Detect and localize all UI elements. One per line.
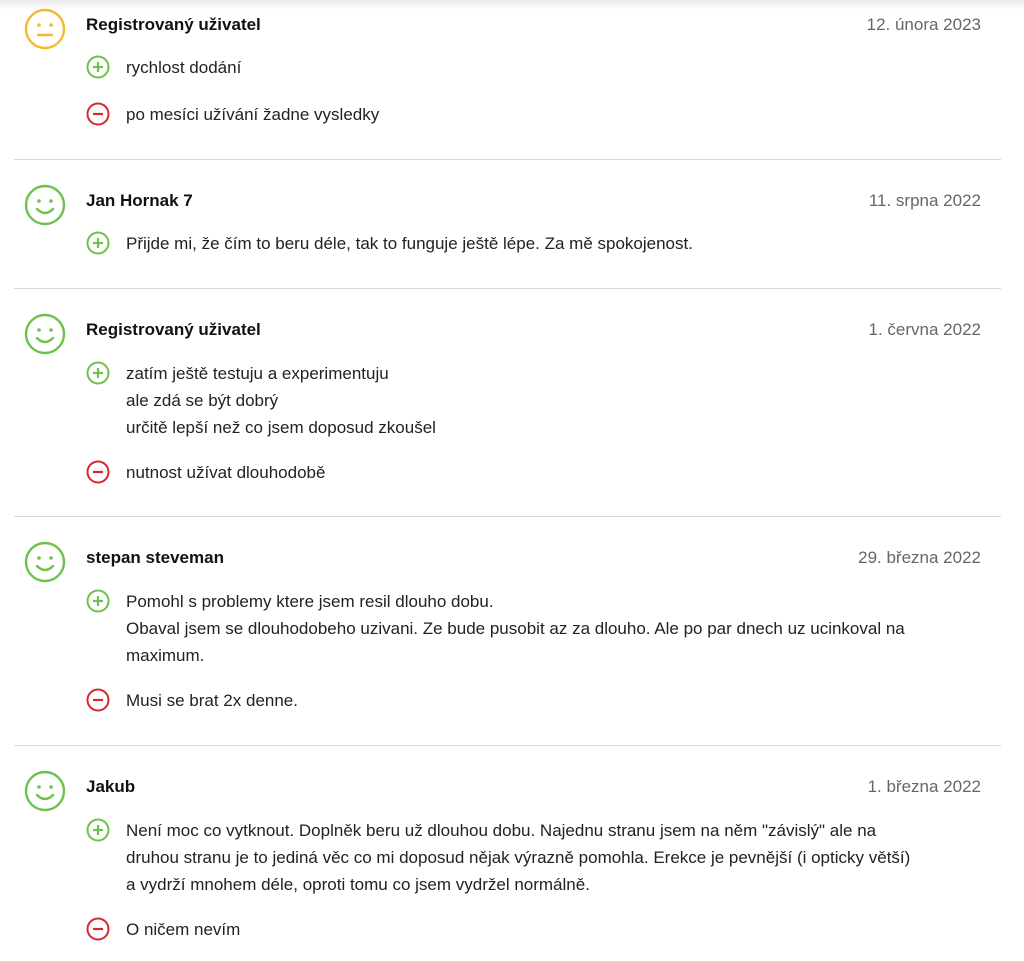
review-item: Jan Hornak 7 11. srpna 2022 Přijde mi, ž…: [14, 160, 1001, 289]
con-text: O ničem nevím: [126, 920, 241, 939]
pro-text: ale zdá se být dobrý: [126, 391, 279, 410]
review-item: stepan steveman 29. března 2022 Pomohl s…: [14, 517, 1001, 746]
pro-text: určitě lepší než co jsem doposud zkoušel: [126, 418, 436, 437]
minus-icon: [86, 102, 110, 126]
review-author: Jakub: [86, 777, 136, 796]
review-author: Jan Hornak 7: [86, 191, 193, 210]
con-text: po mesíci užívání žadne vysledky: [126, 105, 380, 124]
review-item: Registrovaný uživatel 12. února 2023 ryc…: [14, 0, 1001, 160]
pro-text: rychlost dodání: [126, 58, 242, 77]
pro-text: Není moc co vytknout. Doplněk beru už dl…: [126, 821, 877, 840]
review-date: 1. června 2022: [868, 320, 981, 339]
smiley-face-icon: [24, 770, 66, 812]
review-date: 12. února 2023: [866, 15, 981, 34]
review-author: Registrovaný uživatel: [86, 320, 261, 339]
pro-text: maximum.: [126, 646, 205, 665]
minus-icon: [86, 460, 110, 484]
smiley-face-icon: [24, 184, 66, 226]
plus-icon: [86, 589, 110, 613]
pro-text: Obaval jsem se dlouhodobeho uzivani. Ze …: [126, 619, 905, 638]
neutral-face-icon: [24, 8, 66, 50]
review-date: 1. března 2022: [867, 777, 981, 796]
smiley-face-icon: [24, 541, 66, 583]
pro-text: zatím ještě testuju a experimentuju: [126, 364, 389, 383]
review-list: Registrovaný uživatel 12. února 2023 ryc…: [14, 0, 1001, 961]
plus-icon: [86, 55, 110, 79]
review-date: 29. března 2022: [858, 548, 981, 567]
minus-icon: [86, 917, 110, 941]
pro-text: druhou stranu je to jediná věc co mi dop…: [126, 848, 911, 867]
con-text: nutnost užívat dlouhodobě: [126, 463, 326, 482]
pro-text: Přijde mi, že čím to beru déle, tak to f…: [126, 234, 693, 253]
plus-icon: [86, 818, 110, 842]
con-text: Musi se brat 2x denne.: [126, 691, 298, 710]
plus-icon: [86, 231, 110, 255]
review-item: Registrovaný uživatel 1. června 2022 zat…: [14, 289, 1001, 517]
review-author: stepan steveman: [86, 548, 224, 567]
pro-text: a vydrží mnohem déle, oproti tomu co jse…: [126, 875, 590, 894]
plus-icon: [86, 361, 110, 385]
review-author: Registrovaný uživatel: [86, 15, 261, 34]
review-item: Jakub 1. března 2022 Není moc co vytknou…: [14, 746, 1001, 961]
minus-icon: [86, 688, 110, 712]
smiley-face-icon: [24, 313, 66, 355]
pro-text: Pomohl s problemy ktere jsem resil dlouh…: [126, 592, 494, 611]
review-date: 11. srpna 2022: [868, 191, 981, 210]
